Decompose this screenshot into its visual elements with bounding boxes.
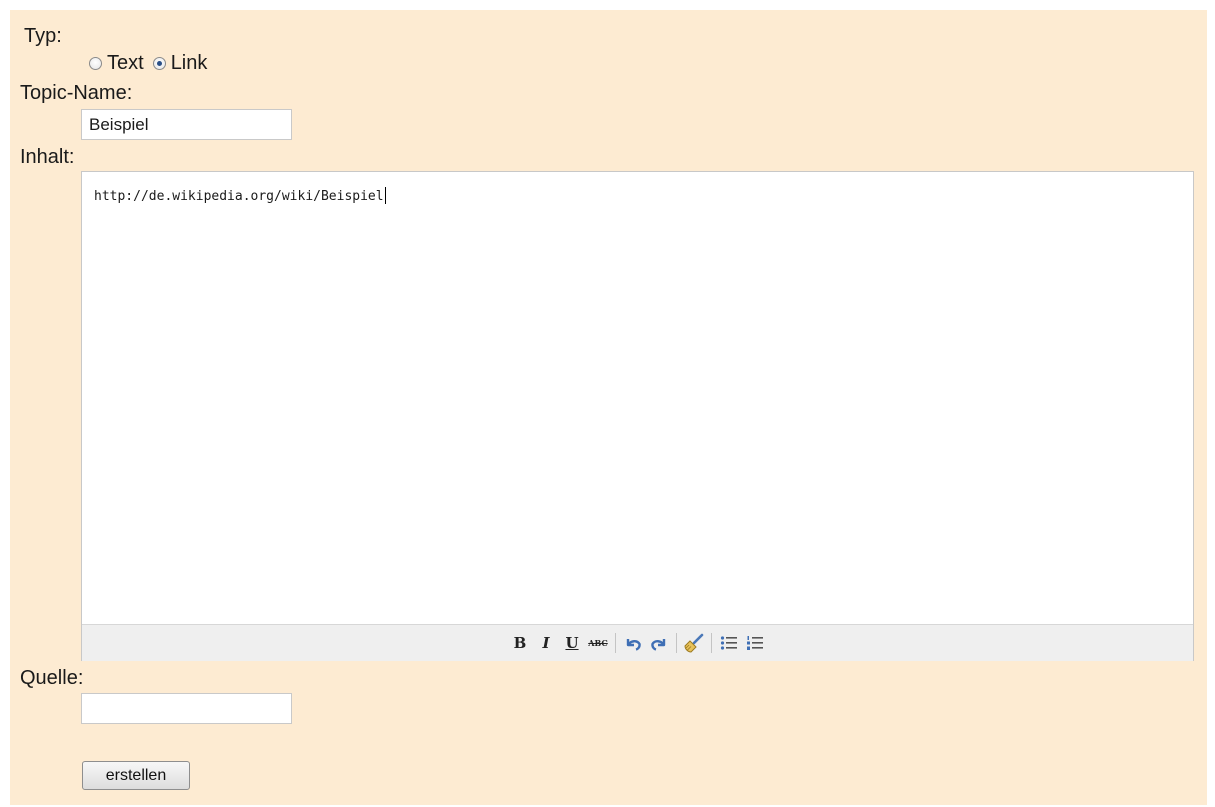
quelle-input[interactable] [81, 693, 292, 724]
numbered-list-icon [747, 636, 763, 650]
editor-toolbar: B I U ABC [82, 624, 1193, 661]
radio-link[interactable] [152, 56, 166, 70]
topic-name-input[interactable] [81, 109, 292, 140]
toolbar-separator [711, 633, 712, 653]
radio-link-label[interactable]: Link [171, 51, 208, 75]
text-caret [384, 187, 386, 204]
quelle-label: Quelle: [20, 667, 84, 689]
clean-format-button[interactable] [683, 632, 705, 654]
underline-button[interactable]: U [561, 632, 583, 654]
content-editor[interactable]: http://de.wikipedia.org/wiki/Beispiel B … [81, 171, 1194, 661]
editor-content-text: http://de.wikipedia.org/wiki/Beispiel [94, 189, 384, 204]
italic-icon: I [542, 634, 550, 652]
create-button[interactable]: erstellen [82, 761, 190, 790]
toolbar-separator [676, 633, 677, 653]
toolbar-separator [615, 633, 616, 653]
editor-content: http://de.wikipedia.org/wiki/Beispiel [94, 187, 386, 204]
topic-name-label: Topic-Name: [20, 82, 133, 104]
italic-button[interactable]: I [535, 632, 557, 654]
clean-format-icon [684, 633, 704, 653]
numbered-list-button[interactable] [744, 632, 766, 654]
typ-label: Typ: [24, 25, 62, 47]
radio-text[interactable] [89, 56, 102, 70]
strikethrough-icon: ABC [588, 638, 608, 648]
editor-text-area[interactable]: http://de.wikipedia.org/wiki/Beispiel [82, 172, 1193, 624]
underline-icon: U [565, 634, 579, 652]
bold-button[interactable]: B [509, 632, 531, 654]
bullet-list-icon [720, 636, 737, 650]
bullet-list-button[interactable] [718, 632, 740, 654]
redo-button[interactable] [648, 632, 670, 654]
radio-text-label[interactable]: Text [107, 51, 144, 75]
bold-icon: B [513, 634, 527, 652]
redo-icon [651, 639, 666, 651]
undo-button[interactable] [622, 632, 644, 654]
typ-radio-group: Text Link [89, 51, 216, 75]
undo-icon [626, 639, 641, 651]
topic-form: Typ: Text Link Topic-Name: Inhalt: http:… [10, 10, 1207, 805]
inhalt-label: Inhalt: [20, 146, 75, 168]
strikethrough-button[interactable]: ABC [587, 632, 609, 654]
